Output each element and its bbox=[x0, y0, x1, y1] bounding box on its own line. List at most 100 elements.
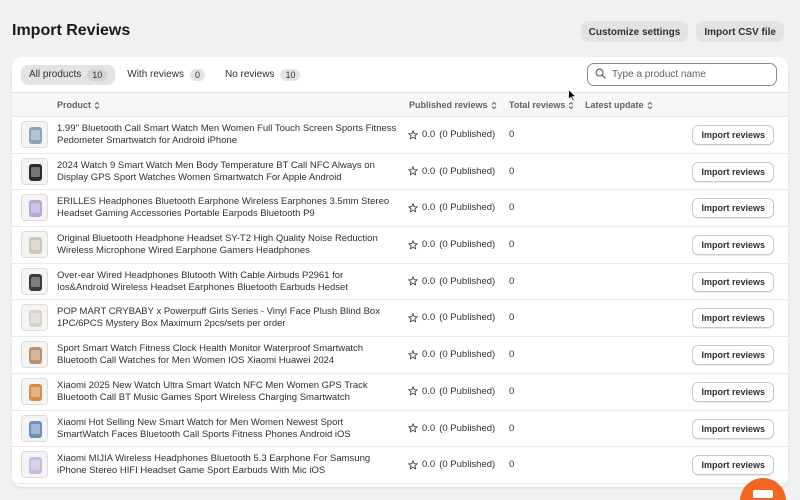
product-name[interactable]: Sport Smart Watch Fitness Clock Health M… bbox=[57, 343, 397, 367]
product-name[interactable]: Xiaomi MIJIA Wireless Headphones Bluetoo… bbox=[57, 453, 397, 477]
published-count: (0 Published) bbox=[439, 165, 496, 177]
table-row: POP MART CRYBABY x Powerpuff Girls Serie… bbox=[12, 300, 788, 338]
published-reviews-cell: 0.0 (0 Published) bbox=[408, 129, 495, 140]
rating-value: 0.0 bbox=[422, 385, 436, 397]
table-row: ERILLES Headphones Bluetooth Earphone Wi… bbox=[12, 190, 788, 228]
total-reviews-count: 0 bbox=[509, 275, 515, 287]
tab-no-reviews[interactable]: No reviews 10 bbox=[217, 65, 308, 85]
table-row: Xiaomi MIJIA Wireless Headphones Bluetoo… bbox=[12, 447, 788, 484]
product-thumbnail bbox=[21, 157, 48, 185]
customize-settings-button[interactable]: Customize settings bbox=[580, 20, 689, 42]
import-reviews-button[interactable]: Import reviews bbox=[692, 308, 774, 329]
product-name[interactable]: POP MART CRYBABY x Powerpuff Girls Serie… bbox=[57, 306, 397, 330]
star-icon bbox=[408, 459, 418, 470]
published-reviews-cell: 0.0 (0 Published) bbox=[408, 202, 495, 213]
product-name[interactable]: 2024 Watch 9 Smart Watch Men Body Temper… bbox=[57, 160, 397, 184]
rating-value: 0.0 bbox=[422, 459, 436, 471]
sort-icon bbox=[491, 101, 496, 109]
table-body: 1.99'' Bluetooth Call Smart Watch Men Wo… bbox=[12, 117, 788, 484]
tab-count-badge: 10 bbox=[280, 68, 301, 81]
published-count: (0 Published) bbox=[439, 459, 496, 471]
column-header-product[interactable]: Product bbox=[57, 100, 100, 110]
search-icon bbox=[595, 66, 606, 84]
table-row: Over-ear Wired Headphones Blutooth With … bbox=[12, 264, 788, 301]
published-count: (0 Published) bbox=[439, 312, 496, 324]
column-label: Latest update bbox=[585, 100, 644, 110]
star-icon bbox=[408, 423, 418, 433]
column-header-published-reviews[interactable]: Published reviews bbox=[409, 100, 497, 110]
import-reviews-button[interactable]: Import reviews bbox=[692, 125, 774, 145]
products-card: All products 10 With reviews 0 No review… bbox=[12, 57, 788, 487]
star-icon bbox=[408, 166, 418, 176]
import-csv-button[interactable]: Import CSV file bbox=[696, 20, 784, 42]
import-reviews-button[interactable]: Import reviews bbox=[692, 161, 774, 182]
published-count: (0 Published) bbox=[439, 275, 496, 287]
column-header-latest-update[interactable]: Latest update bbox=[585, 100, 653, 110]
import-reviews-button[interactable]: Import reviews bbox=[692, 271, 774, 292]
rating-value: 0.0 bbox=[422, 202, 436, 214]
import-reviews-button[interactable]: Import reviews bbox=[692, 198, 774, 219]
table-row: Sport Smart Watch Fitness Clock Health M… bbox=[12, 337, 788, 374]
product-name[interactable]: Over-ear Wired Headphones Blutooth With … bbox=[57, 270, 397, 294]
column-label: Product bbox=[57, 100, 92, 110]
product-search[interactable] bbox=[587, 63, 777, 86]
product-name[interactable]: Xiaomi 2025 New Watch Ultra Smart Watch … bbox=[57, 380, 397, 404]
published-count: (0 Published) bbox=[439, 202, 496, 214]
import-reviews-button[interactable]: Import reviews bbox=[692, 345, 774, 366]
import-reviews-button[interactable]: Import reviews bbox=[692, 235, 774, 256]
tab-label: No reviews bbox=[224, 69, 275, 80]
table-row: Original Bluetooth Headphone Headset SY-… bbox=[12, 227, 788, 264]
published-count: (0 Published) bbox=[439, 129, 496, 140]
table-header: Product Published reviews Total reviews … bbox=[12, 92, 788, 117]
published-reviews-cell: 0.0 (0 Published) bbox=[408, 239, 495, 250]
published-reviews-cell: 0.0 (0 Published) bbox=[408, 459, 495, 470]
published-reviews-cell: 0.0 (0 Published) bbox=[408, 423, 495, 434]
product-thumbnail bbox=[21, 194, 48, 222]
product-name[interactable]: Original Bluetooth Headphone Headset SY-… bbox=[57, 233, 397, 257]
product-name[interactable]: Xiaomi Hot Selling New Smart Watch for M… bbox=[57, 417, 397, 441]
published-count: (0 Published) bbox=[439, 385, 496, 397]
table-row: Xiaomi 2025 New Watch Ultra Smart Watch … bbox=[12, 374, 788, 411]
tab-with-reviews[interactable]: With reviews 0 bbox=[119, 65, 213, 85]
tab-count-badge: 10 bbox=[87, 68, 108, 81]
total-reviews-count: 0 bbox=[509, 239, 515, 251]
published-count: (0 Published) bbox=[439, 422, 496, 434]
rating-value: 0.0 bbox=[422, 312, 436, 324]
rating-value: 0.0 bbox=[422, 165, 436, 177]
published-reviews-cell: 0.0 (0 Published) bbox=[408, 312, 495, 323]
search-input[interactable] bbox=[612, 69, 762, 80]
total-reviews-count: 0 bbox=[509, 385, 515, 397]
product-name[interactable]: 1.99'' Bluetooth Call Smart Watch Men Wo… bbox=[57, 123, 397, 147]
filter-toolbar: All products 10 With reviews 0 No review… bbox=[12, 57, 788, 92]
import-reviews-button[interactable]: Import reviews bbox=[692, 381, 774, 402]
rating-value: 0.0 bbox=[422, 349, 436, 361]
mouse-cursor-icon bbox=[568, 89, 577, 102]
chat-widget-button[interactable] bbox=[740, 478, 786, 500]
page-header: Import Reviews Customize settings Import… bbox=[12, 18, 784, 44]
total-reviews-count: 0 bbox=[509, 312, 515, 324]
column-header-total-reviews[interactable]: Total reviews bbox=[509, 100, 574, 110]
import-reviews-button[interactable]: Import reviews bbox=[692, 418, 774, 439]
published-reviews-cell: 0.0 (0 Published) bbox=[408, 166, 495, 177]
import-reviews-button[interactable]: Import reviews bbox=[692, 455, 774, 476]
column-label: Total reviews bbox=[509, 100, 566, 110]
star-icon bbox=[408, 386, 418, 396]
product-thumbnail bbox=[21, 414, 48, 442]
tab-count-badge: 0 bbox=[189, 68, 205, 81]
star-icon bbox=[408, 129, 418, 140]
product-thumbnail bbox=[21, 267, 48, 295]
product-name[interactable]: ERILLES Headphones Bluetooth Earphone Wi… bbox=[57, 196, 397, 220]
published-count: (0 Published) bbox=[439, 349, 496, 361]
published-reviews-cell: 0.0 (0 Published) bbox=[408, 386, 495, 397]
published-count: (0 Published) bbox=[439, 239, 496, 251]
tab-label: With reviews bbox=[127, 69, 184, 80]
total-reviews-count: 0 bbox=[509, 165, 515, 177]
product-thumbnail bbox=[21, 377, 48, 405]
table-row: 2024 Watch 9 Smart Watch Men Body Temper… bbox=[12, 154, 788, 191]
star-icon bbox=[408, 276, 418, 286]
tab-all-products[interactable]: All products 10 bbox=[21, 64, 116, 85]
star-icon bbox=[408, 239, 418, 250]
product-thumbnail bbox=[21, 451, 48, 479]
sort-icon bbox=[94, 101, 100, 109]
rating-value: 0.0 bbox=[422, 239, 436, 251]
